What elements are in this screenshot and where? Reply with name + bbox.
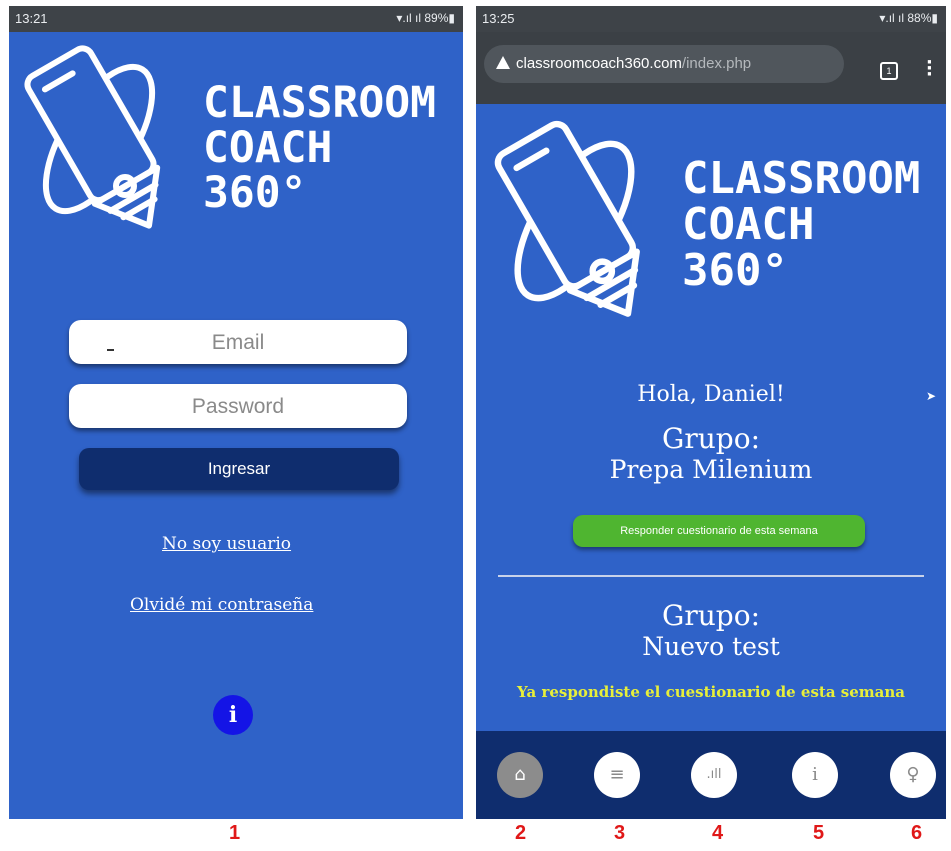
survey-done-status: Ya respondiste el cuestionario de esta s… [517, 683, 905, 701]
status-time: 13:21 [15, 11, 48, 26]
brand-line-3: 360° [203, 168, 307, 219]
label-4: 4 [712, 822, 724, 844]
login-screen: 13:21 ▾.ıl ıl 89%▮ CLASSROOM COACH 360° … [9, 6, 463, 819]
signal-bars-icon[interactable]: .ıll [691, 752, 737, 798]
group-card: Grupo: Nuevo test [476, 599, 946, 661]
forgot-password-link[interactable]: Olvidé mi contraseña [130, 595, 313, 615]
brand-line-2: COACH [682, 199, 815, 251]
brand-line-1: CLASSROOM [682, 153, 921, 204]
logout-icon[interactable]: ➤ [926, 389, 936, 403]
tab-switcher-button[interactable]: 1 [880, 62, 898, 80]
info-icon[interactable]: i [792, 752, 838, 798]
password-field[interactable] [69, 384, 407, 428]
group-card: Grupo: Prepa Milenium [476, 422, 946, 484]
browser-toolbar: classroomcoach360.com/index.php 1 · · · [476, 32, 946, 104]
brand-line-3: 360° [682, 245, 788, 297]
phone-pencil-logo-icon [494, 120, 640, 317]
brand-line-1: CLASSROOM [203, 78, 436, 128]
email-field[interactable] [69, 320, 407, 364]
status-bar: 13:25 ▾.ıl ıl 88%▮ [476, 6, 946, 32]
label-5: 5 [813, 822, 825, 844]
brand-line-2: COACH [203, 123, 333, 174]
phone-pencil-logo-icon [24, 45, 161, 229]
status-bar: 13:21 ▾.ıl ıl 89%▮ [9, 6, 463, 32]
answer-survey-button[interactable]: Responder cuestionario de esta semana [573, 515, 865, 547]
label-2: 2 [515, 822, 527, 844]
status-indicators: ▾.ıl ıl 88%▮ [879, 11, 938, 25]
text-cursor [107, 349, 114, 351]
home-icon[interactable]: ⌂ [497, 752, 543, 798]
not-user-link[interactable]: No soy usuario [162, 534, 291, 554]
url-path: /index.php [681, 55, 752, 72]
divider [498, 575, 924, 577]
url-host: classroomcoach360.com [516, 55, 682, 72]
brand-title: CLASSROOM COACH 360° [203, 78, 436, 219]
address-bar[interactable]: classroomcoach360.com/index.php [484, 45, 844, 83]
group-name: Nuevo test [642, 632, 780, 661]
user-icon[interactable]: ♀ [890, 752, 936, 798]
url-text: classroomcoach360.com/index.php [516, 55, 751, 72]
label-3: 3 [614, 822, 626, 844]
brand-title: CLASSROOM COACH 360° [682, 153, 921, 297]
not-secure-warning-icon [496, 56, 510, 69]
login-button[interactable]: Ingresar [79, 448, 399, 490]
group-name: Prepa Milenium [609, 455, 813, 484]
label-6: 6 [911, 822, 923, 844]
bottom-nav: ⌂ ≡ .ıll i ♀ [476, 731, 946, 819]
greeting: Hola, Daniel! [637, 382, 785, 407]
status-time: 13:25 [482, 11, 515, 26]
group-label: Grupo: [662, 422, 760, 455]
label-1: 1 [229, 822, 241, 844]
status-indicators: ▾.ıl ıl 89%▮ [396, 11, 455, 25]
more-menu-icon[interactable]: · · · [926, 54, 933, 84]
traffic-light-icon[interactable]: ≡ [594, 752, 640, 798]
home-screen: 13:25 ▾.ıl ıl 88%▮ classroomcoach360.com… [476, 6, 946, 819]
group-label: Grupo: [662, 599, 760, 632]
info-icon[interactable]: i [213, 695, 253, 735]
